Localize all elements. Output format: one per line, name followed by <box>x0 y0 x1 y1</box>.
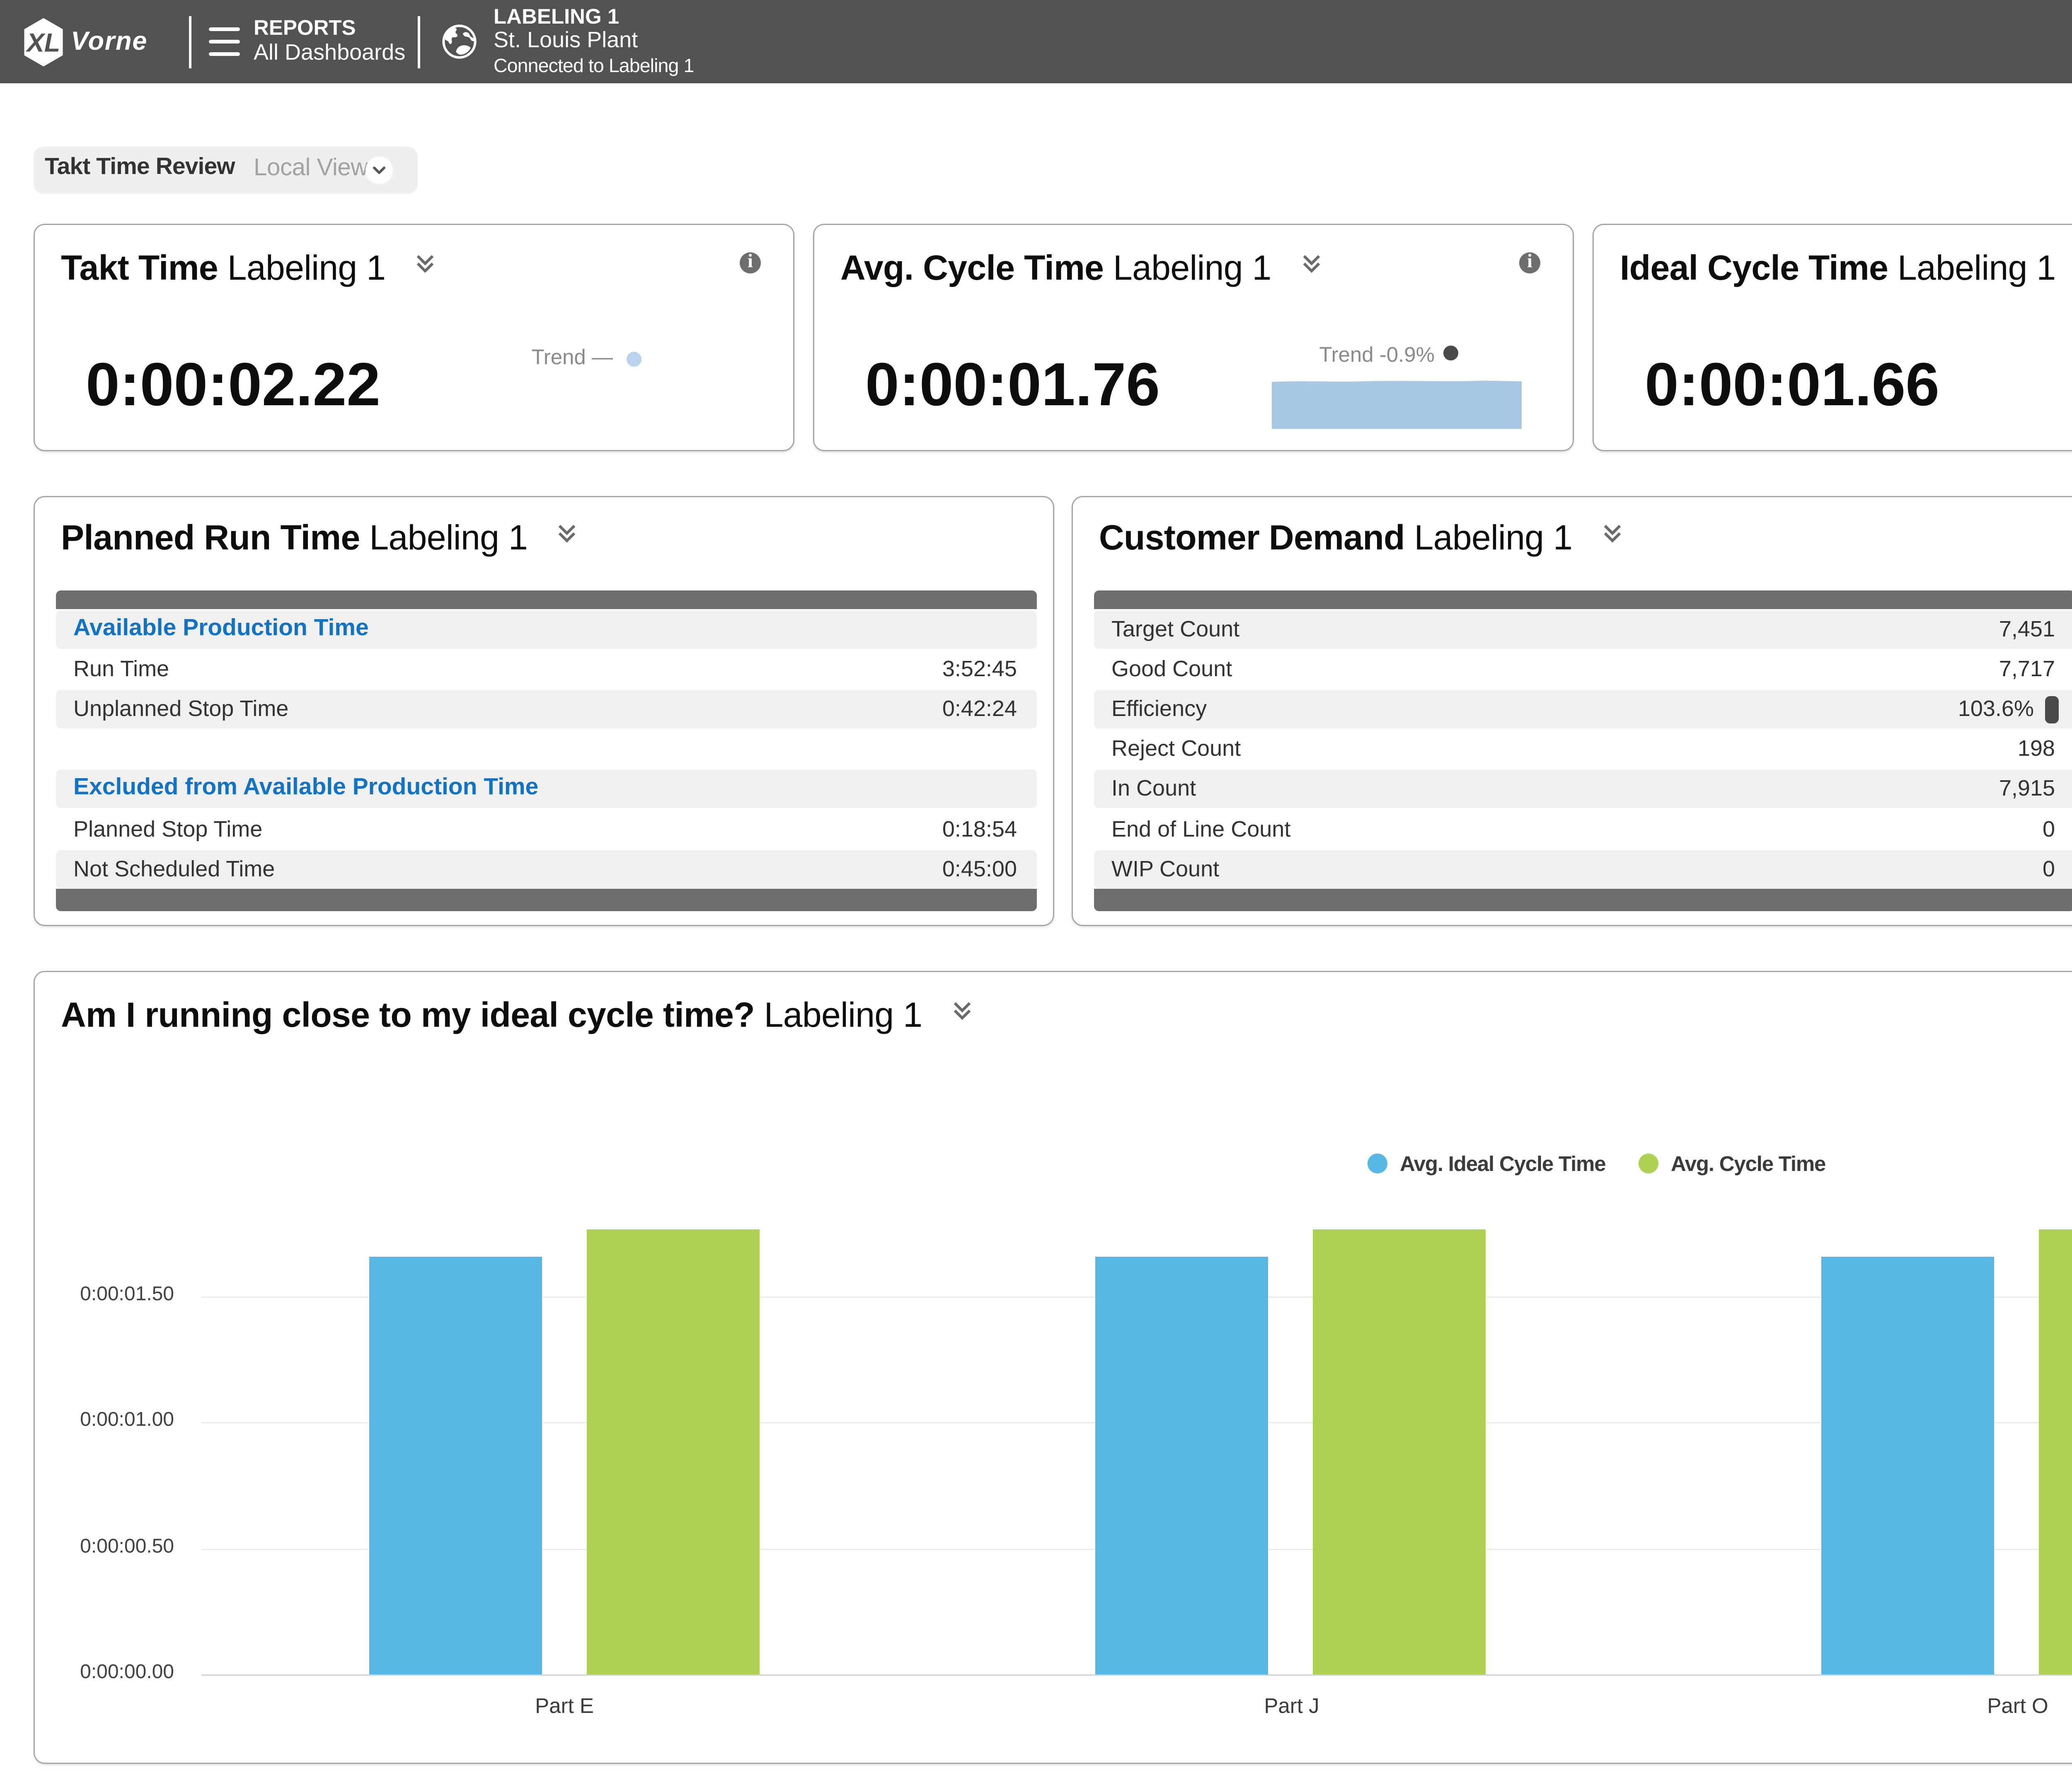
svg-text:XL: XL <box>26 29 61 58</box>
